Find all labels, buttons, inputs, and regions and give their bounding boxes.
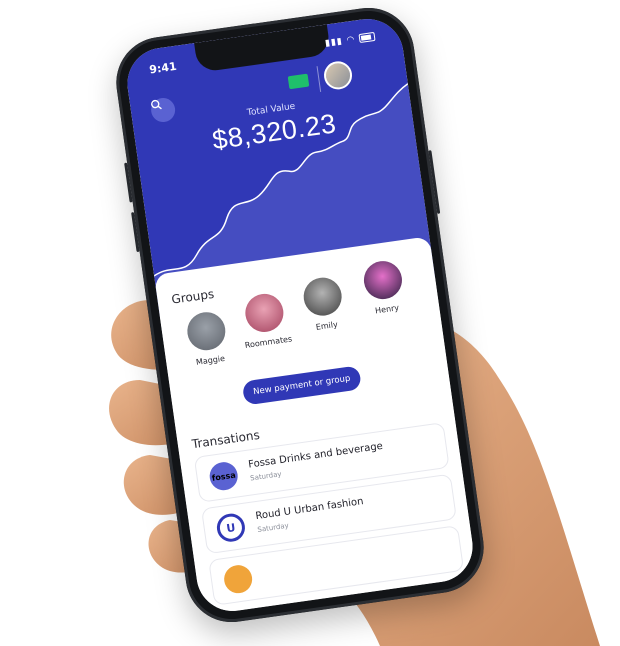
fossa-logo: fossa	[207, 460, 240, 493]
avatar	[301, 275, 345, 319]
transaction-title: Roud U Urban fashion	[254, 496, 365, 523]
card-icon[interactable]	[287, 73, 310, 90]
group-item[interactable]: Maggie	[174, 308, 241, 369]
group-item[interactable]: Roommates	[232, 290, 299, 351]
merchant-logo	[222, 563, 254, 595]
new-payment-button[interactable]: New payment or group	[241, 365, 362, 406]
transaction-date: Saturday	[256, 521, 290, 534]
avatar	[361, 258, 405, 302]
transaction-date: Saturday	[249, 470, 283, 483]
group-item[interactable]: Emily	[290, 274, 357, 335]
avatar	[242, 291, 286, 335]
avatar	[184, 309, 228, 353]
roud-u-logo: U	[215, 511, 247, 544]
group-name: Emily	[315, 319, 339, 332]
group-name: Maggie	[195, 353, 226, 367]
transaction-title: Fossa Drinks and beverage	[247, 440, 384, 471]
logo-text: fossa	[211, 470, 237, 483]
main-content: Groups Maggie Roommates Emily Henry New …	[154, 236, 478, 616]
groups-title: Groups	[170, 286, 215, 307]
battery-icon	[358, 31, 376, 44]
logo-text: U	[225, 520, 237, 535]
search-icon	[151, 99, 162, 110]
group-name: Henry	[374, 303, 400, 316]
transactions-title: Transations	[190, 427, 261, 452]
wifi-icon: ◠	[345, 34, 357, 46]
group-item[interactable]: Henry	[351, 257, 418, 318]
group-name: Roommates	[244, 334, 293, 350]
